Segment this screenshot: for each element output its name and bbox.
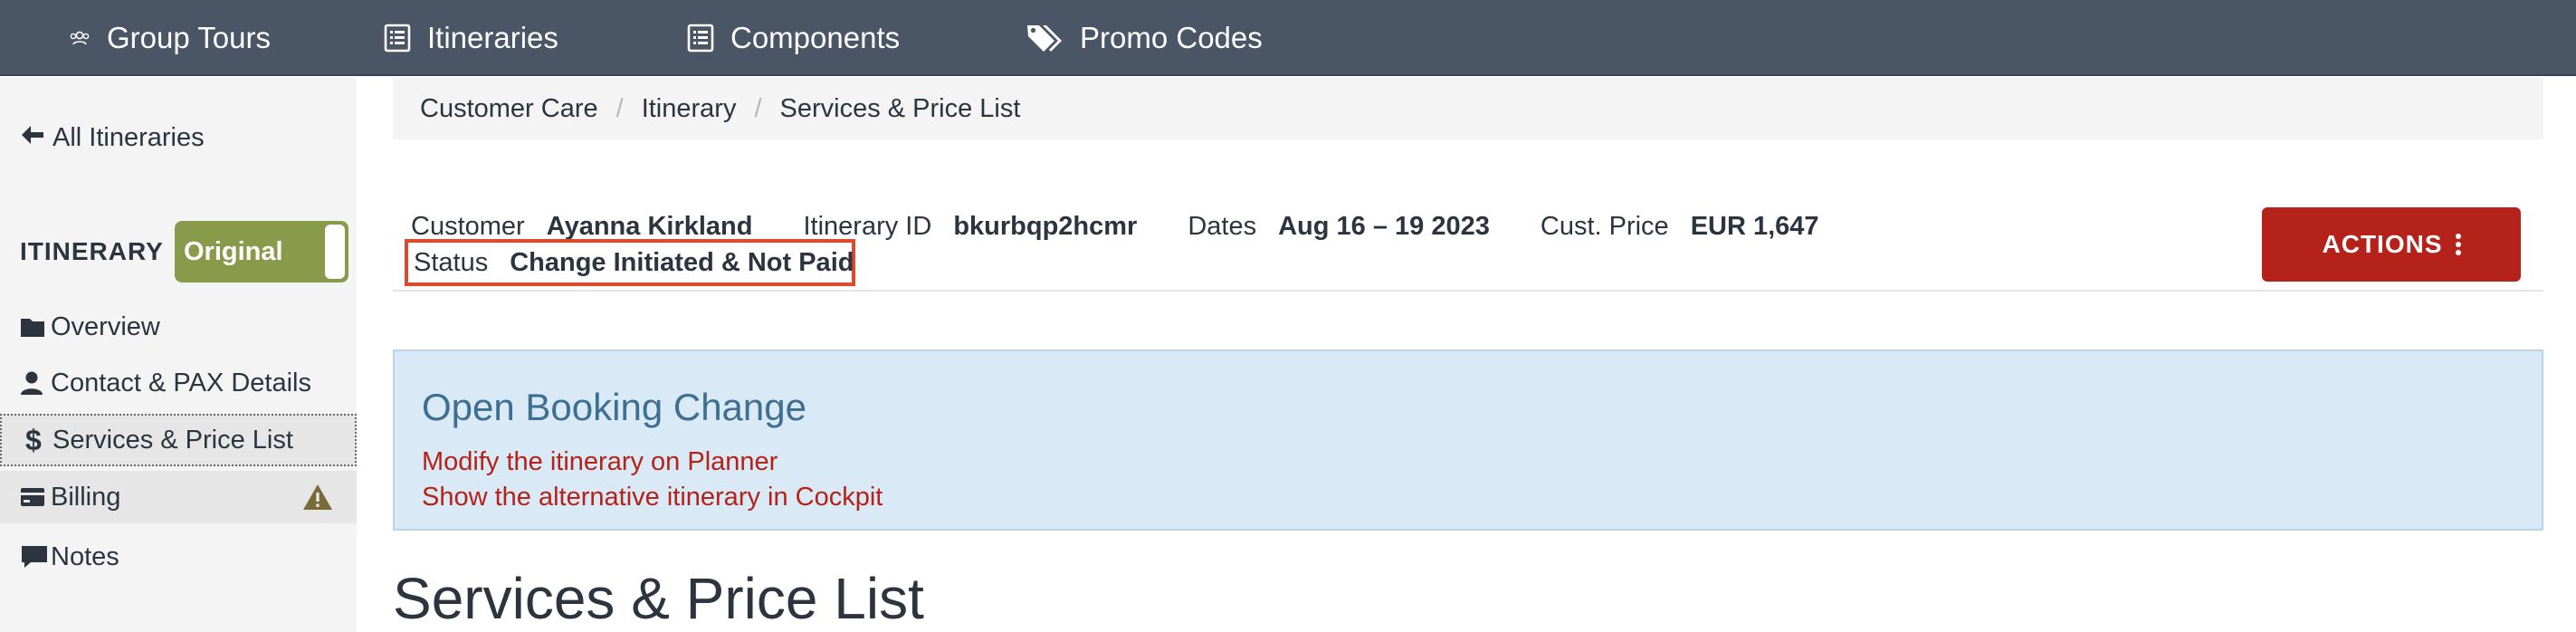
show-in-cockpit-link[interactable]: Show the alternative itinerary in Cockpi… <box>422 483 883 512</box>
sidebar-item-label: Overview <box>51 311 160 341</box>
sidebar-item-label: Notes <box>51 541 119 571</box>
nav-itineraries-label: Itineraries <box>427 21 558 54</box>
nav-group-tours[interactable]: Group Tours <box>69 0 271 76</box>
list-icon <box>687 24 714 53</box>
sidebar-item-services-price-list[interactable]: $ Services & Price List <box>0 414 357 466</box>
nav-promo-codes-label: Promo Codes <box>1080 21 1263 54</box>
breadcrumb-itinerary[interactable]: Itinerary <box>642 94 737 124</box>
list-icon <box>384 24 411 53</box>
status-label: Status <box>414 247 489 277</box>
cust-price-value: EUR 1,647 <box>1690 211 1819 241</box>
sidebar-item-overview[interactable]: Overview <box>0 301 357 353</box>
kebab-menu-icon <box>2455 234 2461 255</box>
customer-name: Ayanna Kirkland <box>546 211 753 241</box>
version-toggle-label: Original <box>184 237 283 266</box>
booking-change-title: Open Booking Change <box>422 386 806 428</box>
itinerary-id-value: bkurbqp2hcmr <box>953 211 1138 241</box>
actions-button[interactable]: ACTIONS <box>2262 207 2521 282</box>
breadcrumb-separator: / <box>754 93 762 123</box>
top-navigation: Group Tours Itineraries Components Promo… <box>0 0 2576 76</box>
folder-icon <box>20 316 51 338</box>
tags-icon <box>1026 23 1064 53</box>
itinerary-id-label: Itinerary ID <box>803 211 932 241</box>
actions-label: ACTIONS <box>2322 230 2443 258</box>
sidebar-item-contact-pax[interactable]: Contact & PAX Details <box>0 357 357 409</box>
nav-components-label: Components <box>730 21 901 54</box>
itinerary-section-label: ITINERARY <box>20 237 164 265</box>
comment-icon <box>20 544 51 570</box>
all-itineraries-label: All Itineraries <box>52 122 205 152</box>
breadcrumb-separator: / <box>615 93 624 123</box>
toggle-knob <box>325 225 345 279</box>
sidebar-item-label: Contact & PAX Details <box>51 368 311 397</box>
cust-price-label: Cust. Price <box>1540 211 1669 241</box>
breadcrumb-customer-care[interactable]: Customer Care <box>420 94 598 124</box>
all-itineraries-link[interactable]: All Itineraries <box>20 120 205 156</box>
page-title: Services & Price List <box>393 566 924 631</box>
user-icon <box>20 370 51 396</box>
divider <box>393 290 2543 292</box>
sidebar-item-label: Billing <box>51 482 121 512</box>
breadcrumb-current: Services & Price List <box>779 93 1021 123</box>
nav-promo-codes[interactable]: Promo Codes <box>1026 0 1263 76</box>
open-booking-change-panel: Open Booking Change Modify the itinerary… <box>393 350 2543 531</box>
group-icon <box>69 29 91 47</box>
nav-group-tours-label: Group Tours <box>107 21 271 54</box>
dollar-icon: $ <box>25 423 42 456</box>
modify-on-planner-link[interactable]: Modify the itinerary on Planner <box>422 447 778 477</box>
dates-label: Dates <box>1188 211 1257 241</box>
credit-card-icon <box>20 487 51 507</box>
warning-icon <box>302 484 333 518</box>
sidebar-item-label: Services & Price List <box>52 425 293 455</box>
sidebar-item-notes[interactable]: Notes <box>0 531 357 583</box>
nav-components[interactable]: Components <box>687 0 900 76</box>
dates-value: Aug 16 – 19 2023 <box>1278 211 1490 241</box>
customer-label: Customer <box>411 211 525 241</box>
status-highlight: Status Change Initiated & Not Paid <box>405 239 855 286</box>
nav-itineraries[interactable]: Itineraries <box>384 0 558 76</box>
status-value: Change Initiated & Not Paid <box>510 247 854 277</box>
version-toggle[interactable]: Original <box>175 221 348 282</box>
arrow-left-icon <box>20 123 52 153</box>
sidebar-item-billing[interactable]: Billing <box>0 471 357 523</box>
breadcrumb: Customer Care / Itinerary / Services & P… <box>393 78 2543 139</box>
